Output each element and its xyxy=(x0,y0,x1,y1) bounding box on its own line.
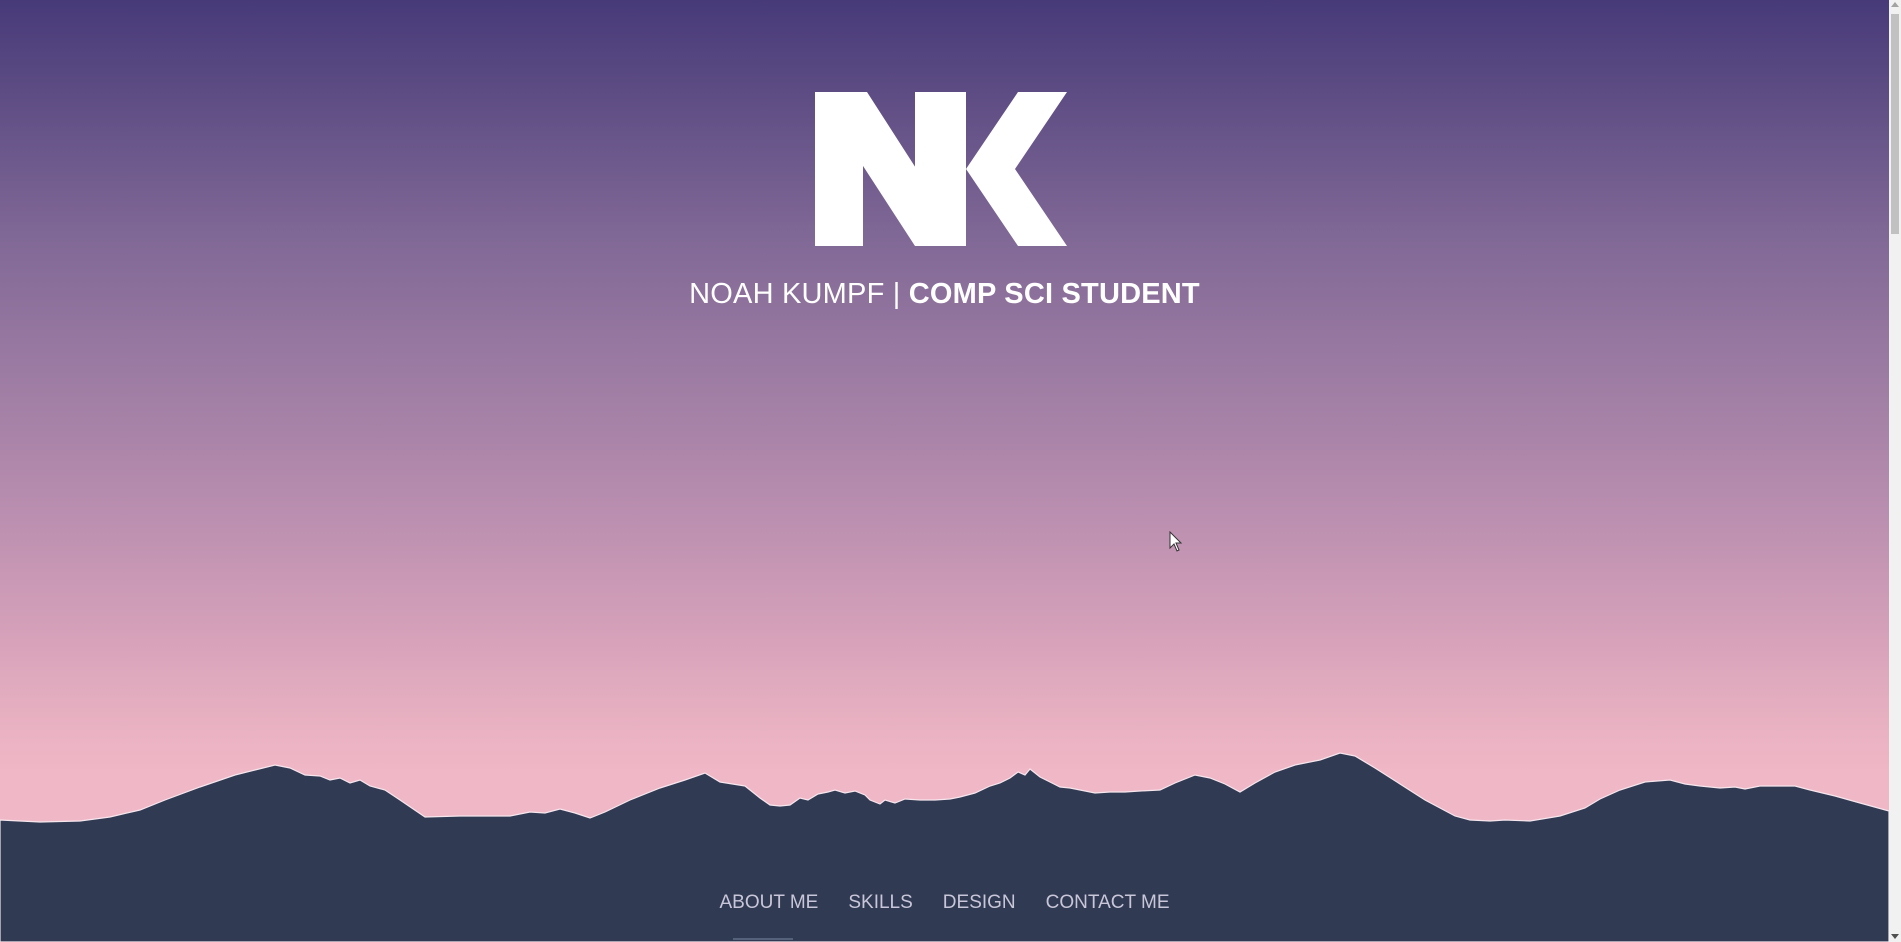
hero-title: NOAH KUMPF | COMP SCI STUDENT xyxy=(0,278,1889,311)
title-separator: | xyxy=(884,278,909,310)
vertical-scrollbar[interactable] xyxy=(1889,0,1901,942)
hero-name: NOAH KUMPF xyxy=(689,278,885,310)
scroll-down-arrow-icon[interactable] xyxy=(1891,934,1899,939)
page: NK NOAH KUMPF | COMP SCI STUDENT ABOUT M… xyxy=(0,0,1901,942)
scrollbar-thumb[interactable] xyxy=(1891,14,1899,234)
main-nav: ABOUT ME SKILLS DESIGN CONTACT ME xyxy=(0,892,1889,914)
nav-about-me[interactable]: ABOUT ME xyxy=(719,892,818,914)
hero-role: COMP SCI STUDENT xyxy=(908,278,1200,310)
nav-contact-me[interactable]: CONTACT ME xyxy=(1046,892,1170,914)
hero-section: NK NOAH KUMPF | COMP SCI STUDENT ABOUT M… xyxy=(0,0,1889,942)
nav-skills[interactable]: SKILLS xyxy=(848,892,912,914)
nk-logo[interactable]: NK xyxy=(815,92,1067,246)
nav-active-indicator xyxy=(733,938,793,940)
scroll-up-arrow-icon[interactable] xyxy=(1891,2,1899,7)
nav-design[interactable]: DESIGN xyxy=(943,892,1016,914)
